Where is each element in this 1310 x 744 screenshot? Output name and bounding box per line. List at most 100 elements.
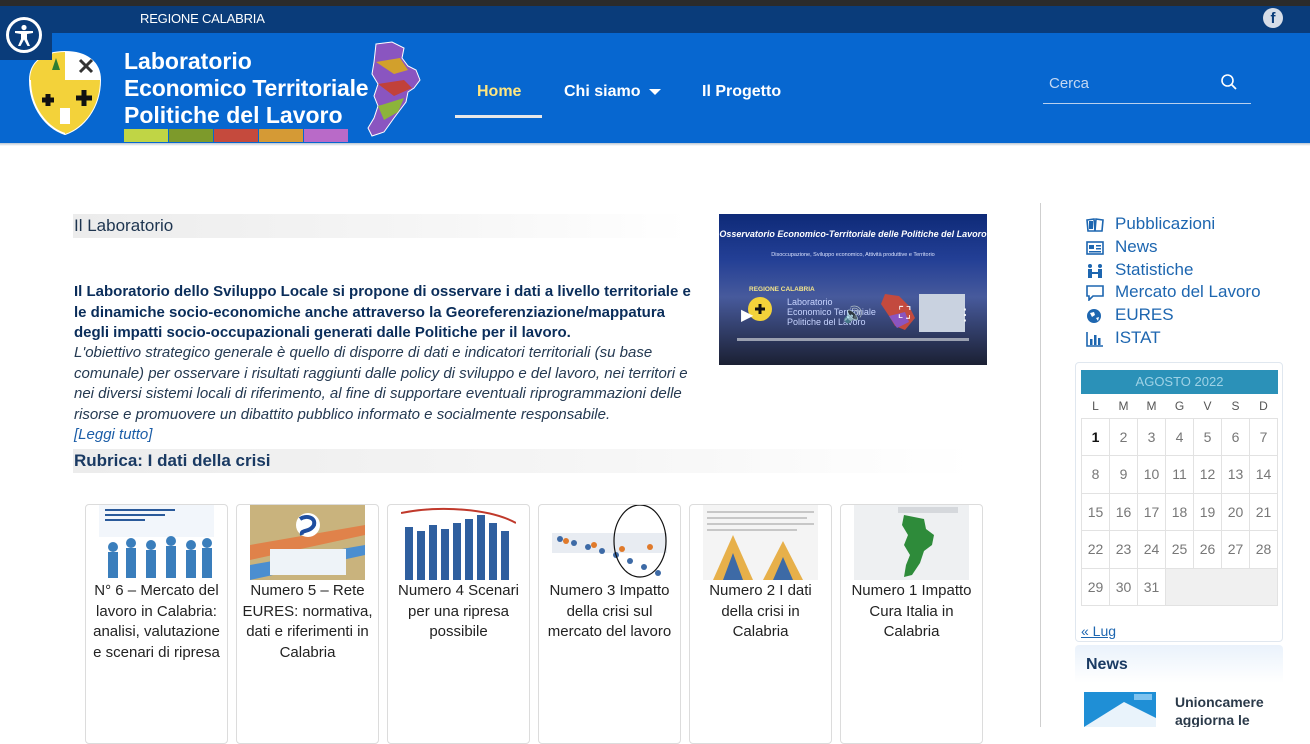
calendar-day: 4: [1165, 417, 1194, 456]
brand-line-2: Economico Territoriale: [124, 75, 369, 101]
calendar-week: 1 2 3 4 5 6 7: [1081, 417, 1278, 456]
calendar-day: 6: [1221, 417, 1250, 456]
globe-icon: [1086, 308, 1104, 324]
video-progress-bar[interactable]: [737, 338, 969, 341]
intro-italic-body: L'obiettivo strategico generale è quello…: [74, 344, 688, 423]
card-caption: Numero 5 – Rete EURES: normativa, dati e…: [242, 582, 373, 661]
card-thumbnail: [703, 505, 818, 580]
news-thumbnail[interactable]: [1084, 692, 1156, 727]
calendar-day: 23: [1109, 530, 1138, 569]
book-icon: [1086, 217, 1104, 233]
calendar-day: 18: [1165, 492, 1194, 531]
calendar-day: 29: [1081, 567, 1110, 606]
nav-chi-siamo[interactable]: Chi siamo: [564, 83, 662, 101]
publication-card[interactable]: N° 6 – Mercato del lavoro in Calabria: a…: [85, 504, 228, 744]
facebook-icon[interactable]: f: [1263, 8, 1283, 28]
video-subtitle: Disoccupazione, Sviluppo economico, Atti…: [771, 252, 935, 258]
calabria-crest-logo[interactable]: [28, 50, 102, 136]
calendar-day: 31: [1137, 567, 1166, 606]
calendar-day: 26: [1193, 530, 1222, 569]
calendar-day: 25: [1165, 530, 1194, 569]
bar-chart-icon: [1086, 331, 1104, 347]
search-icon[interactable]: [1220, 73, 1238, 91]
publication-card[interactable]: Numero 3 Impatto della crisi sul mercato…: [538, 504, 681, 744]
publication-card[interactable]: Numero 1 Impatto Cura Italia in Calabria: [840, 504, 983, 744]
publication-card[interactable]: Numero 4 Scenari per una ripresa possibi…: [387, 504, 530, 744]
read-more-link[interactable]: [Leggi tutto]: [74, 426, 152, 443]
brand-bar: [124, 129, 168, 142]
comment-icon: [1086, 285, 1104, 303]
calendar-blank: [1165, 567, 1278, 606]
search-input[interactable]: [1049, 70, 1209, 96]
calendar-day-today[interactable]: 1: [1081, 417, 1110, 456]
sidebar-item-label: Mercato del Lavoro: [1115, 282, 1261, 302]
sidebar-item-label: Pubblicazioni: [1115, 214, 1216, 233]
video-title: Osservatorio Economico-Territoriale dell…: [719, 229, 987, 239]
calendar-prev-link[interactable]: « Lug: [1081, 623, 1116, 639]
calendar-week: 29 30 31: [1081, 567, 1278, 606]
brand-line-3: Politiche del Lavoro: [124, 102, 343, 128]
nav-home[interactable]: Home: [477, 83, 521, 101]
calendar-grid: L M M G V S D 1 2 3 4 5 6 7 8 9 10 11 12…: [1081, 395, 1278, 606]
calendar-day: 12: [1193, 455, 1222, 494]
fullscreen-icon[interactable]: ⛶: [899, 305, 910, 323]
calendar-day: 22: [1081, 530, 1110, 569]
news-item-title[interactable]: Unioncamere aggiorna le: [1175, 693, 1280, 727]
news-widget-title: News: [1086, 656, 1128, 673]
brand-bar: [259, 129, 303, 142]
calendar-day: 27: [1221, 530, 1250, 569]
sidebar-item-label: Statistiche: [1115, 259, 1194, 279]
calendar-day: 2: [1109, 417, 1138, 456]
sidebar-item-label: EURES: [1115, 305, 1174, 325]
card-thumbnail: [250, 505, 365, 580]
region-link[interactable]: REGIONE CALABRIA: [140, 11, 265, 26]
card-caption: Numero 1 Impatto Cura Italia in Calabria: [851, 582, 972, 641]
video-player[interactable]: Osservatorio Economico-Territoriale dell…: [719, 214, 987, 365]
card-thumbnail: [401, 505, 516, 580]
weekday: L: [1092, 399, 1099, 414]
site-header: Laboratorio Economico Territoriale Polit…: [0, 33, 1310, 146]
calendar-week: 15 16 17 18 19 20 21: [1081, 492, 1278, 531]
accessibility-icon: [6, 17, 42, 53]
publication-card[interactable]: Numero 5 – Rete EURES: normativa, dati e…: [236, 504, 379, 744]
publication-card[interactable]: Numero 2 I dati della crisi in Calabria: [689, 504, 832, 744]
calendar-day: 14: [1249, 455, 1278, 494]
calabria-map-icon: [364, 40, 424, 140]
calendar-day: 11: [1165, 455, 1194, 494]
search-box: [1043, 66, 1251, 104]
brand-title[interactable]: Laboratorio Economico Territoriale Polit…: [124, 48, 369, 129]
news-widget-header: News: [1075, 645, 1283, 683]
brand-bar: [214, 129, 258, 142]
card-caption: Numero 4 Scenari per una ripresa possibi…: [398, 582, 519, 641]
header-shadow: [0, 143, 1310, 146]
calendar-week: 22 23 24 25 26 27 28: [1081, 530, 1278, 569]
calendar-day: 20: [1221, 492, 1250, 531]
volume-icon[interactable]: 🔊: [843, 305, 863, 325]
calendar-day: 16: [1109, 492, 1138, 531]
weekday: M: [1118, 399, 1129, 414]
play-icon[interactable]: ▶: [741, 305, 753, 325]
people-stats-icon: [1086, 263, 1104, 279]
weekday: S: [1231, 399, 1240, 414]
video-region-label: REGIONE CALABRIA: [749, 286, 815, 293]
accessibility-button[interactable]: [0, 6, 52, 60]
sidebar-item-label: News: [1115, 236, 1158, 256]
weekday: V: [1203, 399, 1212, 414]
calendar-month: AGOSTO 2022: [1081, 370, 1278, 394]
nav-il-progetto[interactable]: Il Progetto: [702, 83, 781, 101]
calendar-day: 19: [1193, 492, 1222, 531]
calendar-day: 8: [1081, 455, 1110, 494]
card-caption: Numero 3 Impatto della crisi sul mercato…: [547, 582, 672, 641]
brand-color-bars: [124, 129, 356, 142]
sidebar-divider: [1040, 203, 1041, 727]
weekday: D: [1259, 399, 1268, 414]
intro-italic-text: L'obiettivo strategico generale è quello…: [74, 343, 699, 446]
nav-active-underline: [455, 115, 542, 118]
calendar-day: 24: [1137, 530, 1166, 569]
calendar-day: 13: [1221, 455, 1250, 494]
more-options-icon[interactable]: ⋮: [957, 305, 973, 325]
calendar-day: 5: [1193, 417, 1222, 456]
calendar-day: 30: [1109, 567, 1138, 606]
nav-chi-siamo-label: Chi siamo: [564, 83, 641, 100]
calendar-day: 7: [1249, 417, 1278, 456]
